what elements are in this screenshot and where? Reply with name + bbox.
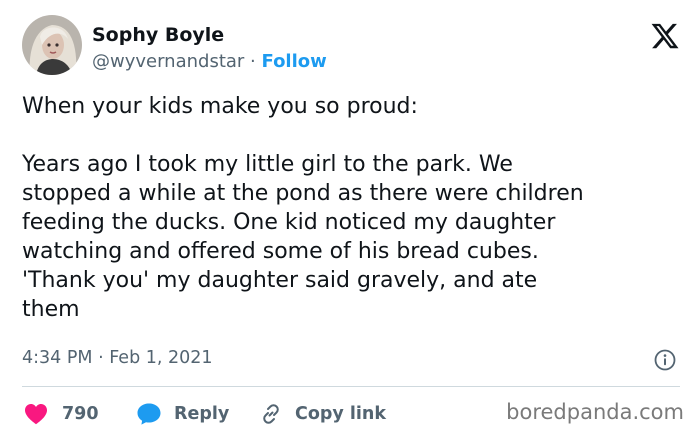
follow-button[interactable]: Follow xyxy=(262,51,327,72)
separator: · xyxy=(244,51,262,72)
tweet-line: When your kids make you so proud: xyxy=(22,94,418,119)
tweet-line: stopped a while at the pond as there wer… xyxy=(22,181,584,206)
tweet-line: watching and offered some of his bread c… xyxy=(22,239,539,264)
tweet-line: feeding the ducks. One kid noticed my da… xyxy=(22,210,556,235)
link-icon xyxy=(263,404,279,424)
like-count: 790 xyxy=(62,404,99,424)
handle-row: @wyvernandstar · Follow xyxy=(92,50,327,74)
info-icon[interactable] xyxy=(654,349,676,371)
tweet-line: Years ago I took my little girl to the p… xyxy=(22,152,513,177)
tweet-line: 'Thank you' my daughter said gravely, an… xyxy=(22,268,538,293)
display-name[interactable]: Sophy Boyle xyxy=(92,23,327,47)
reply-label: Reply xyxy=(174,404,230,424)
tweet-text: When your kids make you so proud: Years … xyxy=(22,92,692,324)
avatar[interactable] xyxy=(22,15,82,75)
timestamp[interactable]: 4:34 PM · Feb 1, 2021 xyxy=(22,348,213,368)
copy-link-button[interactable]: Copy link xyxy=(259,400,386,428)
divider xyxy=(22,386,680,387)
handle[interactable]: @wyvernandstar xyxy=(92,51,244,72)
reply-button[interactable]: Reply xyxy=(136,400,229,428)
x-logo-icon[interactable] xyxy=(650,21,680,51)
heart-icon xyxy=(25,404,47,425)
reply-bubble-icon xyxy=(137,403,161,425)
watermark: boredpanda.com xyxy=(506,400,684,424)
tweet-header: Sophy Boyle @wyvernandstar · Follow xyxy=(22,15,682,77)
tweet-line: them xyxy=(22,297,80,322)
like-button[interactable]: 790 xyxy=(24,400,99,428)
copy-link-label: Copy link xyxy=(295,404,386,424)
user-info: Sophy Boyle @wyvernandstar · Follow xyxy=(92,23,327,74)
